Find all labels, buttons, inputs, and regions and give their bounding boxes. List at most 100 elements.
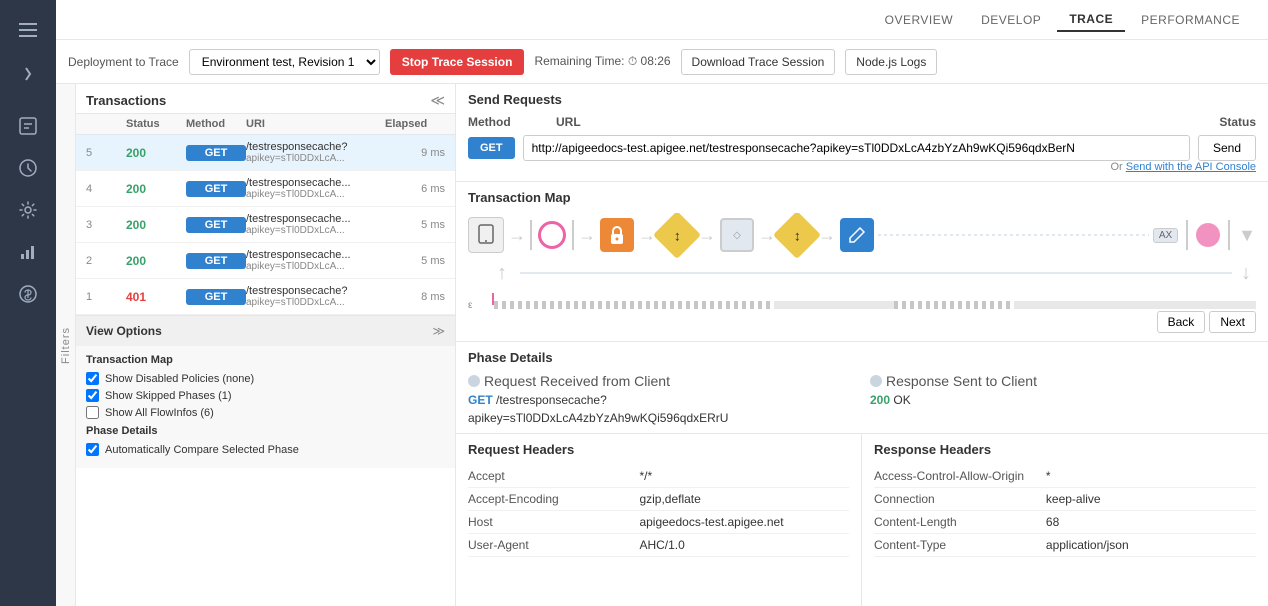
row-method-button[interactable]: GET bbox=[186, 253, 246, 269]
table-row: Host apigeedocs-test.apigee.net bbox=[468, 511, 849, 534]
stop-trace-button[interactable]: Stop Trace Session bbox=[390, 49, 525, 75]
table-row: Content-Length 68 bbox=[874, 511, 1256, 534]
row-num: 2 bbox=[86, 255, 126, 267]
phase-right-header: Response Sent to Client bbox=[870, 373, 1256, 389]
transactions-panel: Filters Transactions ≪ Status Method URI… bbox=[56, 84, 456, 606]
nav-buttons: Back Next bbox=[1157, 311, 1256, 333]
flow-arrow-4: → bbox=[698, 225, 716, 246]
auto-compare-label: Automatically Compare Selected Phase bbox=[105, 444, 299, 456]
chevron-down-icon: ≫ bbox=[432, 324, 445, 338]
col-method: Method bbox=[186, 118, 246, 130]
row-method-button[interactable]: GET bbox=[186, 181, 246, 197]
ax-badge: AX bbox=[1153, 228, 1178, 243]
url-input-row: GET Send bbox=[468, 135, 1256, 161]
phase-left-uri2: apikey=sTl0DDxLcA4zbYzAh9wKQi596qdxERrU bbox=[468, 411, 854, 425]
download-trace-button[interactable]: Download Trace Session bbox=[681, 49, 836, 75]
flow-separator bbox=[530, 220, 532, 250]
timeline-segment-4 bbox=[1014, 301, 1256, 309]
nodejs-logs-button[interactable]: Node.js Logs bbox=[845, 49, 937, 75]
phase-details-section: Phase Details Request Received from Clie… bbox=[456, 342, 1268, 434]
view-options-header[interactable]: View Options ≫ bbox=[76, 316, 455, 346]
transaction-map-section-label: Transaction Map bbox=[86, 354, 445, 366]
table-row: Content-Type application/json bbox=[874, 534, 1256, 557]
send-requests-section: Send Requests Method URL Status GET Send… bbox=[456, 84, 1268, 182]
sidebar-icon-expand[interactable] bbox=[8, 54, 48, 94]
device-icon bbox=[468, 217, 504, 253]
request-headers-table: Accept */* Accept-Encoding gzip,deflate … bbox=[468, 465, 849, 557]
phase-details-section-label: Phase Details bbox=[86, 425, 445, 437]
sidebar-icon-trace[interactable] bbox=[8, 148, 48, 188]
sidebar-icon-api[interactable] bbox=[8, 106, 48, 146]
env-select[interactable]: Environment test, Revision 1 bbox=[189, 49, 380, 75]
orange-lock-icon bbox=[600, 218, 634, 252]
header-name: User-Agent bbox=[468, 534, 639, 557]
send-button[interactable]: Send bbox=[1198, 135, 1256, 161]
toolbar: Deployment to Trace Environment test, Re… bbox=[56, 40, 1268, 84]
show-all-flowinfos-checkbox[interactable] bbox=[86, 406, 99, 419]
table-row: Accept-Encoding gzip,deflate bbox=[468, 488, 849, 511]
body-area: Filters Transactions ≪ Status Method URI… bbox=[56, 84, 1268, 606]
header-value: * bbox=[1046, 465, 1256, 488]
table-row: Accept */* bbox=[468, 465, 849, 488]
row-num: 5 bbox=[86, 147, 126, 159]
sidebar-icon-monetize[interactable] bbox=[8, 274, 48, 314]
flow-separator-2 bbox=[572, 220, 574, 250]
row-elapsed: 5 ms bbox=[385, 255, 445, 267]
sidebar-icon-settings[interactable] bbox=[8, 190, 48, 230]
table-row[interactable]: 1 401 GET /testresponsecache? apikey=sTl… bbox=[76, 279, 455, 315]
timeline-start-label: ε bbox=[468, 300, 472, 311]
row-status: 200 bbox=[126, 182, 186, 196]
table-row[interactable]: 3 200 GET /testresponsecache... apikey=s… bbox=[76, 207, 455, 243]
row-method-button[interactable]: GET bbox=[186, 217, 246, 233]
return-arrow-right-icon: ↓ bbox=[1236, 263, 1256, 283]
nav-develop[interactable]: DEVELOP bbox=[969, 9, 1053, 31]
sidebar-icon-menu[interactable] bbox=[8, 10, 48, 50]
timeline-segment-3 bbox=[894, 301, 1014, 309]
send-api-console-link[interactable]: Send with the API Console bbox=[1126, 161, 1256, 173]
transactions-title: Transactions bbox=[86, 93, 166, 108]
right-panel-inner: Send Requests Method URL Status GET Send… bbox=[456, 84, 1268, 606]
row-elapsed: 6 ms bbox=[385, 183, 445, 195]
header-name: Access-Control-Allow-Origin bbox=[874, 465, 1046, 488]
method-get-button[interactable]: GET bbox=[468, 137, 515, 159]
response-headers-title: Response Headers bbox=[874, 442, 1256, 457]
row-uri: /testresponsecache... apikey=sTl0DDxLcA.… bbox=[246, 249, 385, 272]
col-uri: URI bbox=[246, 118, 385, 130]
table-row[interactable]: 5 200 GET /testresponsecache? apikey=sTl… bbox=[76, 135, 455, 171]
phase-left: Request Received from Client GET /testre… bbox=[468, 373, 854, 425]
status-column-label: Status bbox=[1219, 115, 1256, 129]
table-row[interactable]: 4 200 GET /testresponsecache... apikey=s… bbox=[76, 171, 455, 207]
pink-circle-right-icon bbox=[1196, 223, 1220, 247]
row-method-button[interactable]: GET bbox=[186, 145, 246, 161]
nav-overview[interactable]: OVERVIEW bbox=[873, 9, 965, 31]
sidebar-icon-analytics[interactable] bbox=[8, 232, 48, 272]
next-button[interactable]: Next bbox=[1209, 311, 1256, 333]
table-row: Connection keep-alive bbox=[874, 488, 1256, 511]
back-button[interactable]: Back bbox=[1157, 311, 1206, 333]
auto-compare-checkbox[interactable] bbox=[86, 443, 99, 456]
nav-trace[interactable]: TRACE bbox=[1057, 8, 1125, 32]
phase-dot-left bbox=[468, 375, 480, 387]
request-headers-panel: Request Headers Accept */* Accept-Encodi… bbox=[456, 434, 862, 606]
row-num: 4 bbox=[86, 183, 126, 195]
row-uri: /testresponsecache? apikey=sTl0DDxLcA... bbox=[246, 141, 385, 164]
show-disabled-checkbox[interactable] bbox=[86, 372, 99, 385]
col-status: Status bbox=[126, 118, 186, 130]
header-value: keep-alive bbox=[1046, 488, 1256, 511]
row-num: 1 bbox=[86, 291, 126, 303]
phase-right-status: 200 OK bbox=[870, 393, 1256, 407]
row-uri: /testresponsecache... apikey=sTl0DDxLcA.… bbox=[246, 177, 385, 200]
auto-compare-row: Automatically Compare Selected Phase bbox=[86, 443, 445, 456]
row-status: 401 bbox=[126, 290, 186, 304]
phase-columns: Request Received from Client GET /testre… bbox=[468, 373, 1256, 425]
response-headers-panel: Response Headers Access-Control-Allow-Or… bbox=[862, 434, 1268, 606]
row-method-button[interactable]: GET bbox=[186, 289, 246, 305]
url-input[interactable] bbox=[523, 135, 1190, 161]
show-skipped-checkbox[interactable] bbox=[86, 389, 99, 402]
table-header: Status Method URI Elapsed bbox=[76, 114, 455, 135]
collapse-button[interactable]: ≪ bbox=[430, 92, 445, 109]
show-disabled-label: Show Disabled Policies (none) bbox=[105, 373, 254, 385]
nav-performance[interactable]: PERFORMANCE bbox=[1129, 9, 1252, 31]
table-row[interactable]: 2 200 GET /testresponsecache... apikey=s… bbox=[76, 243, 455, 279]
show-skipped-row: Show Skipped Phases (1) bbox=[86, 389, 445, 402]
